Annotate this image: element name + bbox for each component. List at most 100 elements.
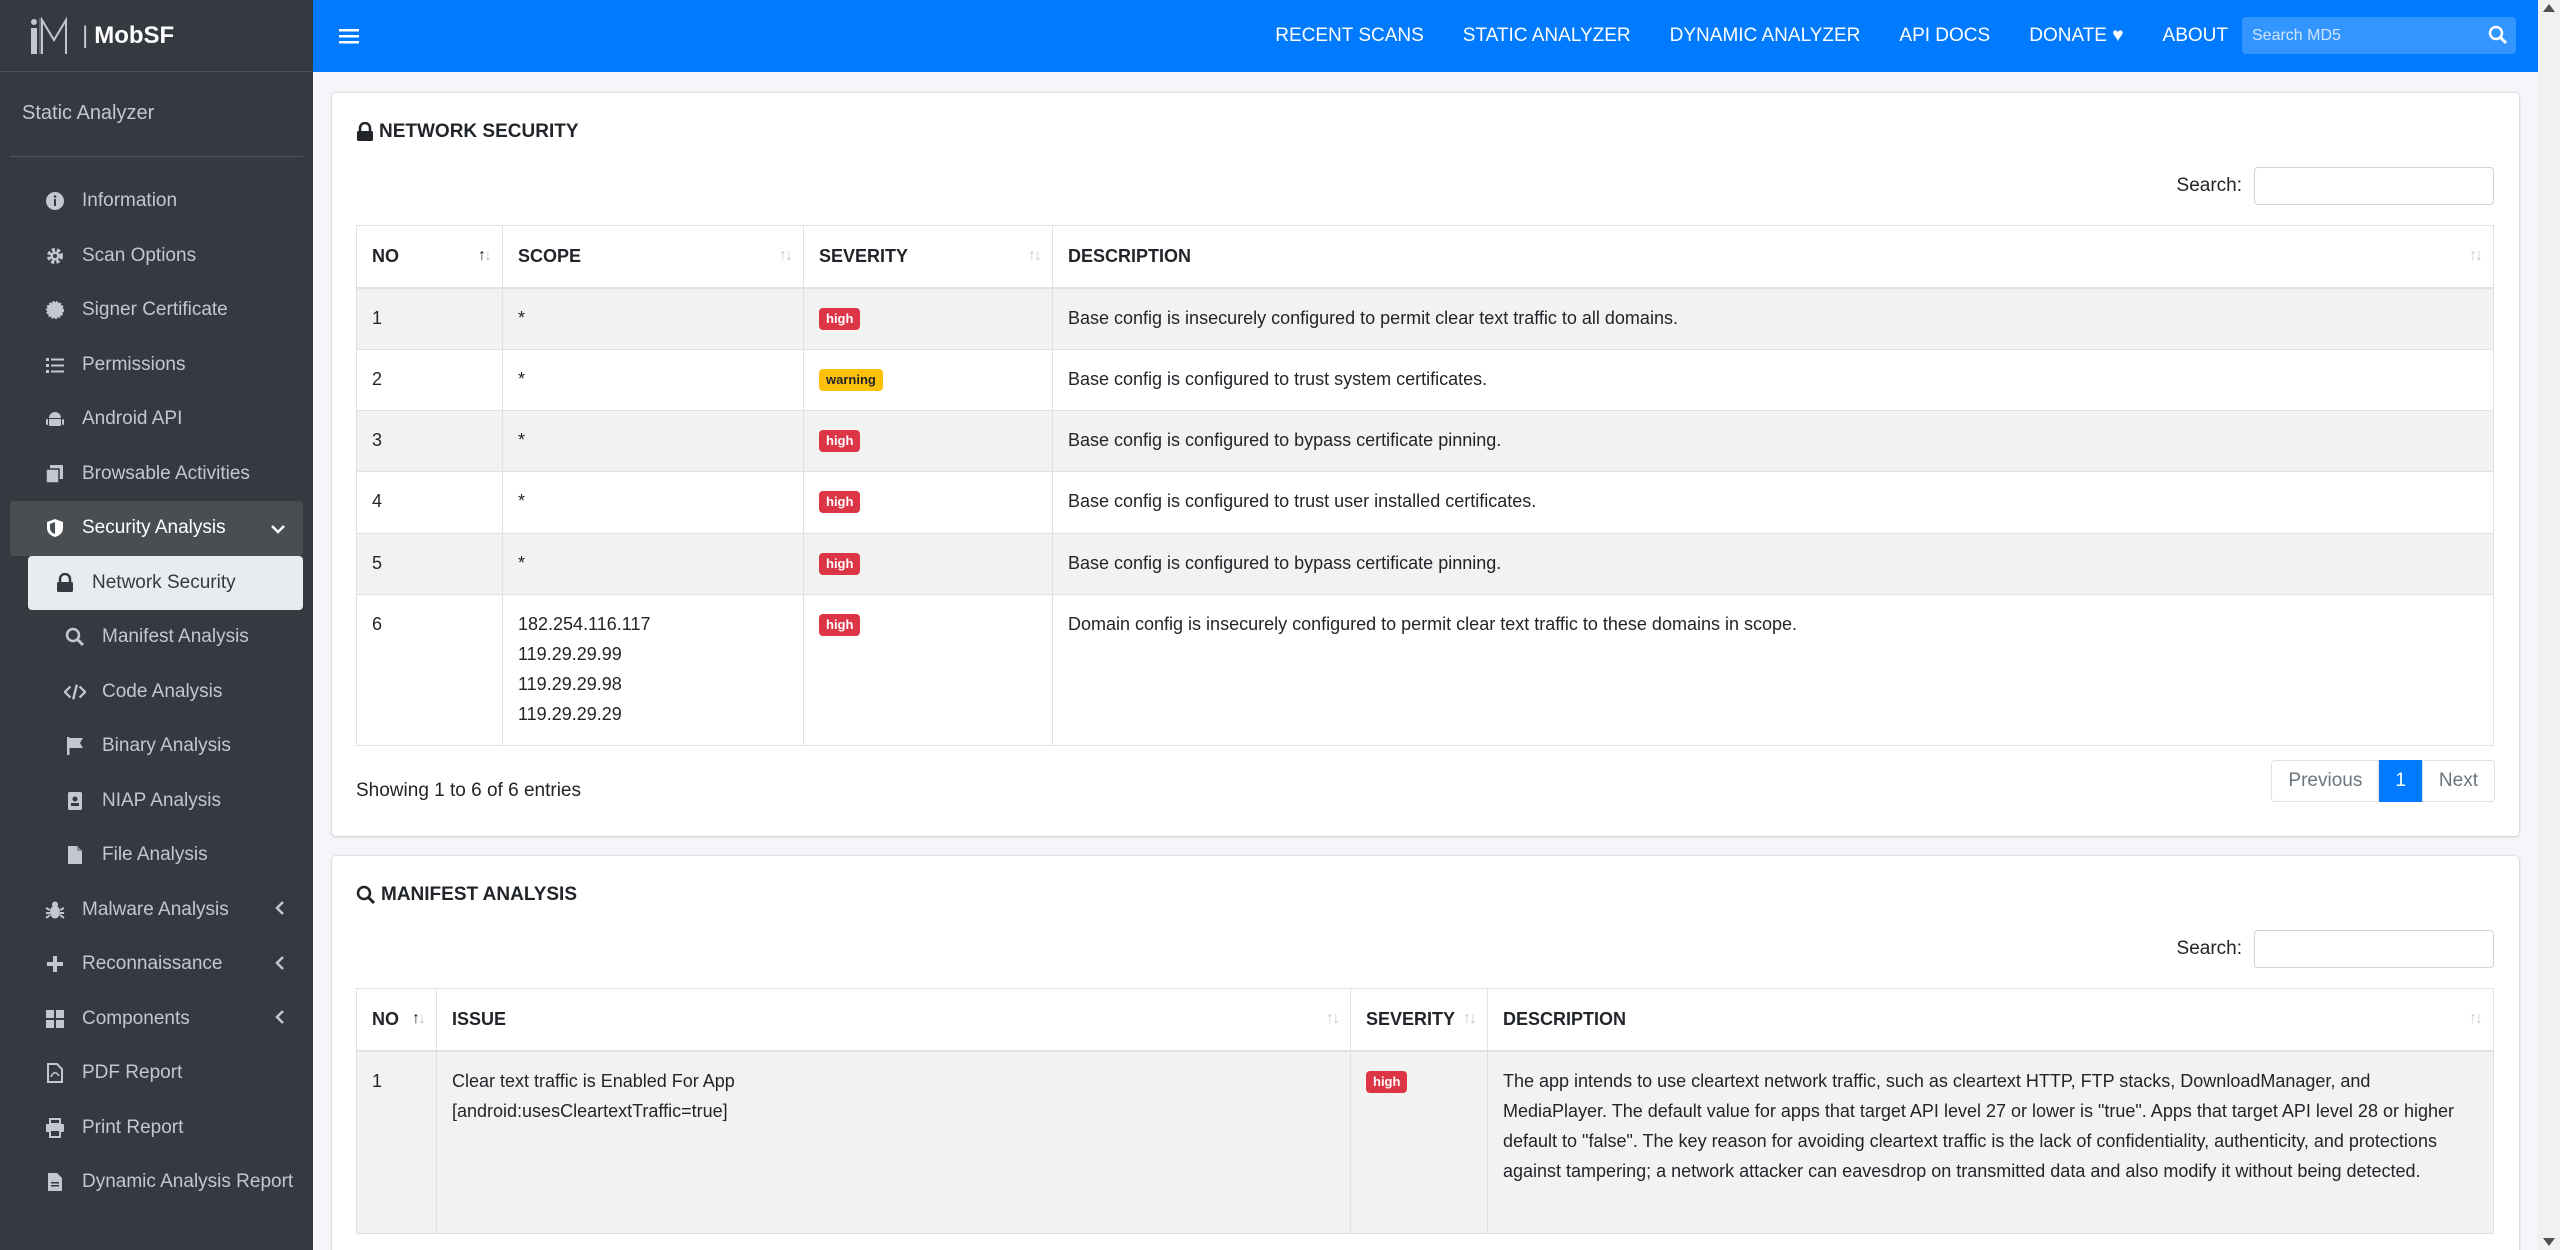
cell-no: 4 <box>356 471 503 534</box>
pagination-page-1[interactable]: 1 <box>2379 760 2422 802</box>
code-icon <box>64 681 86 703</box>
network-security-title: NETWORK SECURITY <box>356 121 579 143</box>
sidebar: | MobSF Static Analyzer Information Scan… <box>0 0 313 1250</box>
table-row: 3 * high Base config is configured to by… <box>356 410 2494 472</box>
nav-recent-scans[interactable]: RECENT SCANS <box>1275 25 1424 47</box>
col-no[interactable]: NO ↑↓ <box>356 225 503 289</box>
col-scope[interactable]: SCOPE ↑↓ <box>502 225 804 289</box>
cell-no: 1 <box>356 287 503 350</box>
manifest-analysis-search: Search: <box>2177 930 2494 968</box>
cell-scope: * <box>502 349 804 411</box>
sidebar-item-label: Components <box>82 1007 190 1029</box>
sidebar-item-print-report[interactable]: Print Report <box>10 1101 303 1156</box>
info-icon <box>44 190 66 212</box>
chevron-down-icon <box>271 518 285 539</box>
table-info: Showing 1 to 6 of 6 entries <box>356 780 581 801</box>
table-row: 4 * high Base config is configured to tr… <box>356 471 2494 534</box>
sort-icon: ↑↓ <box>1028 247 1042 264</box>
sort-asc-icon: ↑↓ <box>478 247 492 264</box>
cell-scope: * <box>502 410 804 472</box>
md5-search-input[interactable] <box>2242 26 2472 45</box>
nav-donate[interactable]: DONATE ♥ <box>2029 25 2123 47</box>
page-scrollbar[interactable] <box>2538 0 2560 1250</box>
sidebar-item-signer-certificate[interactable]: Signer Certificate <box>10 283 303 338</box>
cell-severity: high <box>1350 1050 1488 1234</box>
cell-no: 1 <box>356 1050 437 1234</box>
cell-description: Base config is configured to bypass cert… <box>1052 410 2494 472</box>
scroll-down-icon[interactable] <box>2543 1238 2555 1246</box>
severity-badge: high <box>819 307 861 330</box>
scope-domain: 119.29.29.98 <box>518 674 622 694</box>
top-nav-links: RECENT SCANS STATIC ANALYZER DYNAMIC ANA… <box>1236 0 2228 72</box>
manifest-analysis-search-input[interactable] <box>2254 930 2494 968</box>
sidebar-item-reconnaissance[interactable]: Reconnaissance <box>10 937 303 992</box>
brand-separator: | <box>82 21 89 49</box>
sidebar-item-network-security[interactable]: Network Security <box>28 555 303 610</box>
cell-description: Domain config is insecurely configured t… <box>1052 594 2494 746</box>
sidebar-item-browsable-activities[interactable]: Browsable Activities <box>10 447 303 502</box>
col-no[interactable]: NO ↑↓ <box>356 988 437 1052</box>
col-severity[interactable]: SEVERITY ↑↓ <box>803 225 1053 289</box>
search-label: Search: <box>2176 175 2242 196</box>
sidebar-item-dynamic-analysis-report[interactable]: Dynamic Analysis Report <box>10 1155 303 1210</box>
sidebar-item-permissions[interactable]: Permissions <box>10 338 303 393</box>
sidebar-item-label: Signer Certificate <box>82 299 228 321</box>
sidebar-item-binary-analysis[interactable]: Binary Analysis <box>10 719 303 774</box>
sidebar-item-label: Android API <box>82 408 183 430</box>
plus-icon <box>44 953 66 975</box>
manifest-analysis-card: MANIFEST ANALYSIS Search: NO ↑↓ ISSUE ↑↓ S… <box>332 856 2519 1250</box>
col-description[interactable]: DESCRIPTION ↑↓ <box>1487 988 2494 1052</box>
sidebar-item-code-analysis[interactable]: Code Analysis <box>10 665 303 720</box>
sidebar-item-niap-analysis[interactable]: NIAP Analysis <box>10 774 303 829</box>
cell-scope: * <box>502 533 804 595</box>
col-description-label: DESCRIPTION <box>1503 1008 1627 1029</box>
severity-badge: high <box>819 491 861 514</box>
list-icon <box>44 354 66 376</box>
nav-static-analyzer[interactable]: STATIC ANALYZER <box>1463 25 1631 47</box>
search-label: Search: <box>2176 938 2242 959</box>
pagination-previous[interactable]: Previous <box>2271 760 2380 802</box>
search-icon[interactable] <box>2488 25 2508 50</box>
sidebar-item-scan-options[interactable]: Scan Options <box>10 229 303 284</box>
col-scope-label: SCOPE <box>518 245 582 266</box>
print-icon <box>44 1117 66 1139</box>
col-severity[interactable]: SEVERITY ↑↓ <box>1350 988 1488 1052</box>
scroll-up-icon[interactable] <box>2543 4 2555 12</box>
network-security-title-text: NETWORK SECURITY <box>379 121 579 142</box>
nav-api-docs[interactable]: API DOCS <box>1899 25 1990 47</box>
nav-dynamic-analyzer[interactable]: DYNAMIC ANALYZER <box>1670 25 1861 47</box>
lock-icon <box>54 572 76 594</box>
menu-icon[interactable] <box>339 21 369 52</box>
scope-domain: 119.29.29.99 <box>518 644 622 664</box>
sidebar-item-pdf-report[interactable]: PDF Report <box>10 1046 303 1101</box>
md5-search <box>2242 17 2516 54</box>
certificate-icon <box>44 299 66 321</box>
chevron-left-icon <box>275 1008 285 1029</box>
sidebar-item-android-api[interactable]: Android API <box>10 392 303 447</box>
sidebar-item-information[interactable]: Information <box>10 174 303 229</box>
col-description[interactable]: DESCRIPTION ↑↓ <box>1052 225 2494 289</box>
grid-icon <box>44 1008 66 1030</box>
manifest-analysis-title-text: MANIFEST ANALYSIS <box>381 884 578 905</box>
cell-issue: Clear text traffic is Enabled For App [a… <box>436 1050 1351 1234</box>
sidebar-item-security-analysis[interactable]: Security Analysis <box>10 501 303 556</box>
col-issue[interactable]: ISSUE ↑↓ <box>436 988 1351 1052</box>
pagination-next[interactable]: Next <box>2421 760 2495 802</box>
sidebar-item-label: Reconnaissance <box>82 953 223 975</box>
col-issue-label: ISSUE <box>452 1008 507 1029</box>
cell-description: The app intends to use cleartext network… <box>1487 1050 2494 1234</box>
sidebar-item-components[interactable]: Components <box>10 992 303 1047</box>
file-icon <box>44 1171 66 1193</box>
nav-about[interactable]: ABOUT <box>2163 25 2228 47</box>
sidebar-item-label: Permissions <box>82 353 186 375</box>
chevron-left-icon <box>275 954 285 975</box>
network-security-search-input[interactable] <box>2254 167 2494 205</box>
brand[interactable]: | MobSF <box>0 0 313 72</box>
cell-severity: high <box>803 471 1053 534</box>
sidebar-item-malware-analysis[interactable]: Malware Analysis <box>10 883 303 938</box>
mobsf-logo <box>28 15 74 56</box>
manifest-analysis-table: NO ↑↓ ISSUE ↑↓ SEVERITY ↑↓ DESCRIPTION ↑↓ 1 … <box>356 988 2494 1234</box>
sidebar-item-manifest-analysis[interactable]: Manifest Analysis <box>10 610 303 665</box>
sidebar-item-file-analysis[interactable]: File Analysis <box>10 828 303 883</box>
heart-icon: ♥ <box>2112 25 2124 46</box>
